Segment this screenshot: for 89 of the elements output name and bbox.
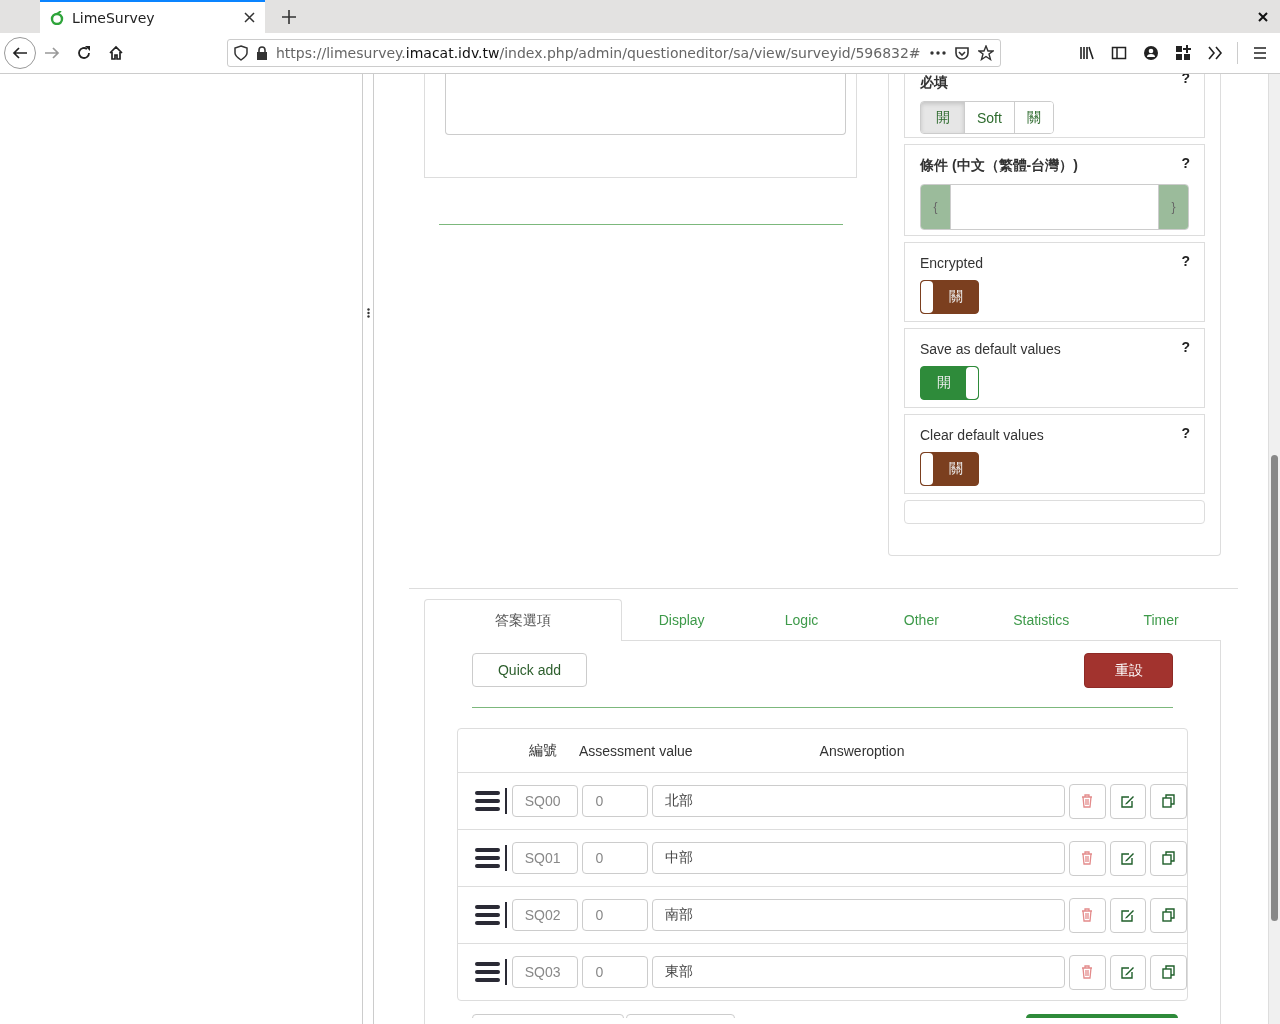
copy-button[interactable] bbox=[1150, 897, 1187, 933]
forward-icon bbox=[44, 45, 60, 61]
quick-add-button[interactable]: Quick add bbox=[472, 653, 587, 687]
edit-button[interactable] bbox=[1109, 897, 1147, 933]
tab-title: LimeSurvey bbox=[72, 9, 156, 26]
sidebar-icon bbox=[1111, 45, 1127, 61]
assessment-field[interactable]: 0 bbox=[582, 785, 649, 817]
help-icon[interactable]: ? bbox=[1181, 155, 1190, 171]
lock-icon bbox=[256, 46, 268, 60]
answer-field[interactable]: 東部 bbox=[652, 956, 1065, 988]
copy-icon bbox=[1161, 908, 1176, 922]
tab[interactable]: Timer bbox=[1101, 599, 1221, 640]
option-button[interactable]: 開 bbox=[921, 102, 964, 133]
pencil-square-icon bbox=[1120, 851, 1135, 865]
trash-icon bbox=[1081, 965, 1094, 979]
answer-field[interactable]: 南部 bbox=[652, 899, 1065, 931]
copy-icon bbox=[1161, 851, 1176, 865]
setting-label: 條件 (中文（繁體-台灣）) bbox=[920, 157, 1078, 175]
setting-label: Save as default values bbox=[920, 341, 1061, 357]
drag-handle-icon[interactable] bbox=[475, 962, 500, 982]
edit-button[interactable] bbox=[1109, 783, 1147, 819]
lime-logo-icon bbox=[50, 10, 64, 25]
library-icon bbox=[1079, 45, 1095, 61]
tab[interactable]: 答案選項 bbox=[424, 599, 622, 641]
menu-icon bbox=[1252, 45, 1268, 61]
code-field[interactable]: SQ03 bbox=[511, 956, 579, 988]
scrollbar-thumb[interactable] bbox=[1271, 455, 1278, 921]
code-field[interactable]: SQ01 bbox=[511, 842, 579, 874]
assessment-field[interactable]: 0 bbox=[582, 842, 649, 874]
drag-handle-icon[interactable] bbox=[475, 848, 500, 868]
pencil-square-icon bbox=[1120, 965, 1135, 979]
edit-button[interactable] bbox=[1109, 840, 1147, 876]
setting-label: Encrypted bbox=[920, 255, 984, 271]
column-header: Assessment value bbox=[579, 742, 693, 759]
copy-button[interactable] bbox=[1150, 954, 1187, 990]
column-header: Answeroption bbox=[819, 742, 905, 759]
answer-field[interactable]: 北部 bbox=[652, 785, 1065, 817]
star-icon[interactable] bbox=[978, 45, 994, 61]
setting-label: 必填 bbox=[920, 74, 948, 92]
code-field[interactable]: SQ00 bbox=[511, 785, 579, 817]
help-icon[interactable]: ? bbox=[1181, 425, 1190, 441]
overflow-icon bbox=[1207, 45, 1223, 61]
reset-button[interactable]: 重設 bbox=[1084, 653, 1173, 688]
trash-icon bbox=[1081, 794, 1094, 808]
trash-icon bbox=[1081, 908, 1094, 922]
drag-handle-icon[interactable] bbox=[366, 308, 370, 318]
browser-tab[interactable]: LimeSurvey bbox=[40, 0, 265, 33]
pencil-square-icon bbox=[1120, 794, 1135, 808]
tab[interactable]: Logic bbox=[741, 599, 862, 640]
close-icon[interactable] bbox=[244, 12, 255, 23]
column-header: 編號 bbox=[528, 741, 557, 760]
help-icon[interactable]: ? bbox=[1181, 339, 1190, 355]
plus-icon bbox=[282, 9, 296, 24]
copy-icon bbox=[1161, 965, 1176, 979]
copy-button[interactable] bbox=[1150, 840, 1187, 876]
answer-field[interactable]: 中部 bbox=[652, 842, 1065, 874]
copy-button[interactable] bbox=[1150, 783, 1187, 819]
toggle-switch[interactable]: 關 bbox=[920, 452, 979, 486]
drag-handle-icon[interactable] bbox=[475, 791, 500, 811]
more-dots-icon[interactable] bbox=[930, 51, 946, 55]
drag-handle-icon[interactable] bbox=[475, 905, 500, 925]
tab[interactable]: Display bbox=[621, 599, 742, 640]
reload-icon bbox=[76, 45, 92, 61]
close-icon[interactable] bbox=[1258, 11, 1268, 22]
tab[interactable]: Statistics bbox=[981, 599, 1102, 640]
help-icon[interactable]: ? bbox=[1181, 253, 1190, 269]
toggle-switch[interactable]: 關 bbox=[920, 280, 979, 314]
assessment-field[interactable]: 0 bbox=[582, 956, 649, 988]
code-field[interactable]: SQ02 bbox=[511, 899, 579, 931]
address-bar[interactable]: https://limesurvey.imacat.idv.tw/index.php/admin/questioneditor/sa/view/surveyid/596832# bbox=[227, 39, 1001, 67]
pencil-square-icon bbox=[1120, 908, 1135, 922]
toggle-switch[interactable]: 開 bbox=[920, 366, 979, 400]
edit-button[interactable] bbox=[1109, 954, 1147, 990]
trash-icon bbox=[1081, 851, 1094, 865]
option-button[interactable]: 關 bbox=[1013, 102, 1053, 133]
brace-addon: { bbox=[921, 185, 950, 229]
extensions-icon bbox=[1175, 45, 1191, 61]
brace-addon: } bbox=[1159, 185, 1188, 229]
copy-icon bbox=[1161, 794, 1176, 808]
home-icon bbox=[108, 45, 124, 61]
setting-label: Clear default values bbox=[920, 427, 1044, 443]
tab[interactable]: Other bbox=[861, 599, 982, 640]
url-text: https://limesurvey.imacat.idv.tw/index.php/admin/questioneditor/sa/view/surveyid/596832# bbox=[276, 45, 922, 61]
shield-icon bbox=[234, 45, 248, 61]
pocket-icon[interactable] bbox=[954, 46, 970, 60]
assessment-field[interactable]: 0 bbox=[582, 899, 649, 931]
account-icon bbox=[1143, 45, 1159, 61]
help-icon[interactable]: ? bbox=[1181, 74, 1190, 86]
back-icon bbox=[12, 45, 28, 61]
